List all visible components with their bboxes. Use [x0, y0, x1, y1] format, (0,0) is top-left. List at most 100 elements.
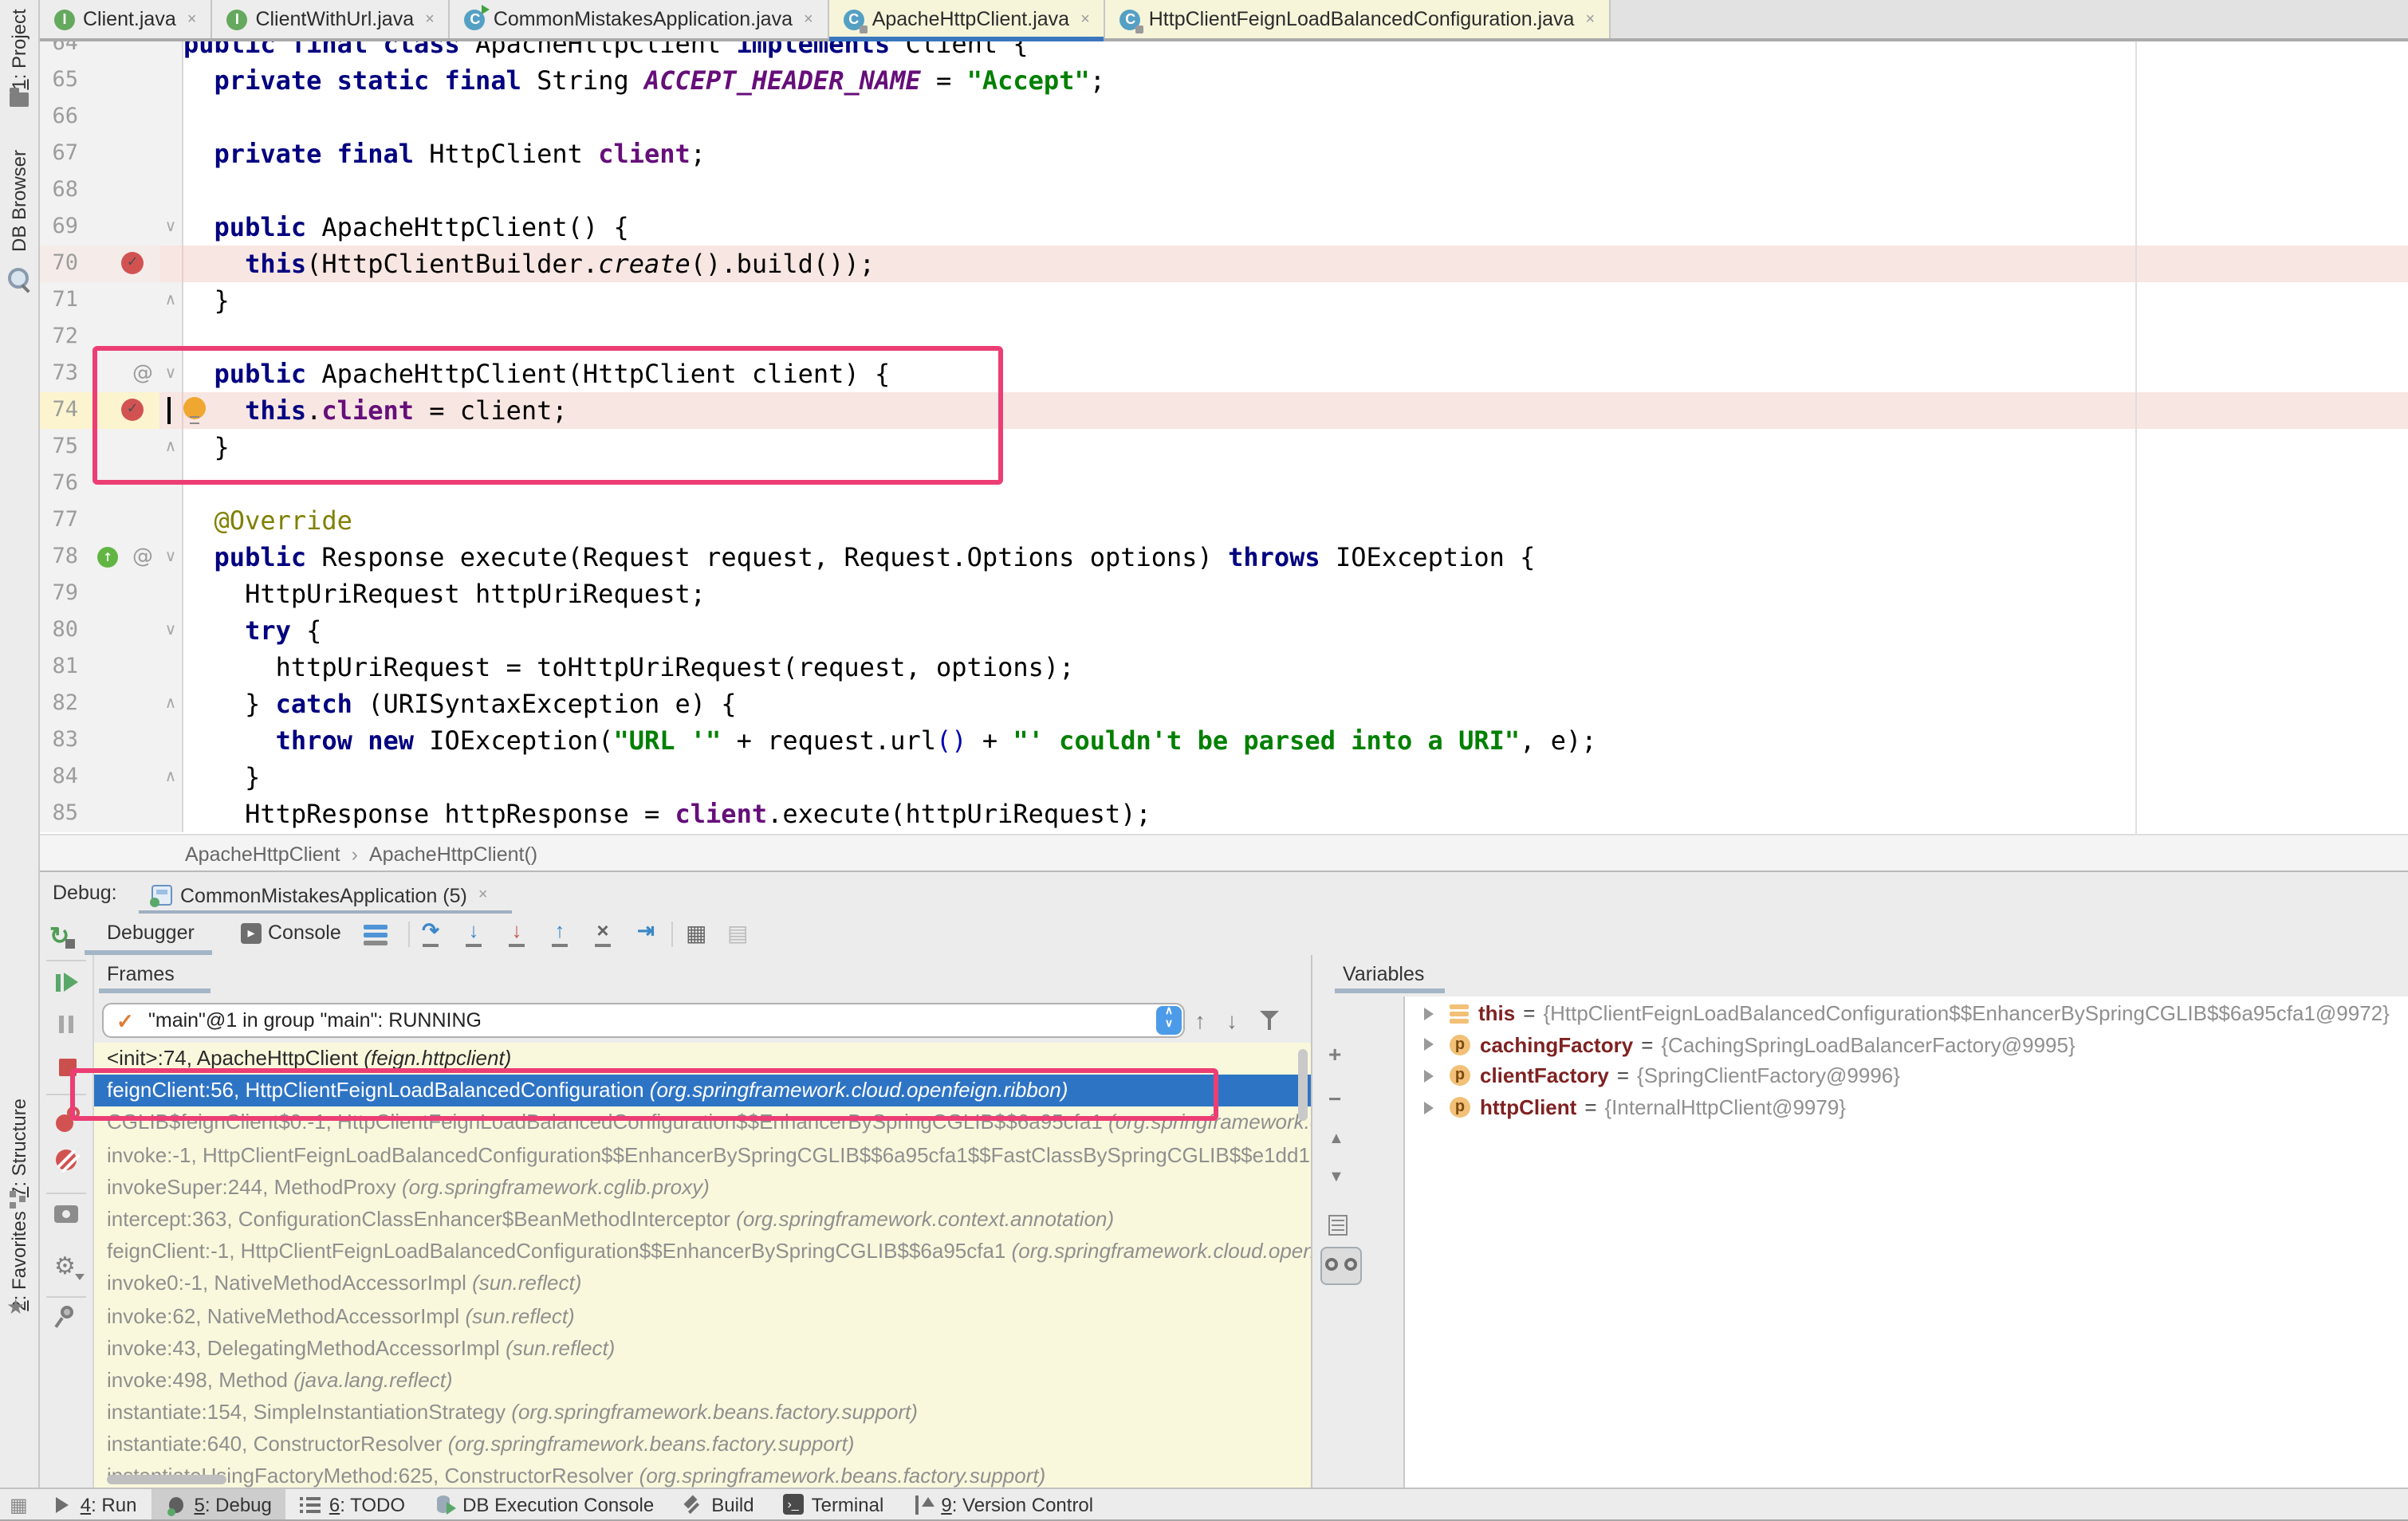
code-line[interactable]: 82∧ } catch (URISyntaxException e) {: [40, 686, 2408, 722]
code-line[interactable]: 70✓ this(HttpClientBuilder.create().buil…: [40, 246, 2408, 282]
fold-marker-icon[interactable]: ∨: [159, 356, 183, 392]
breadcrumb-method[interactable]: ApacheHttpClient(): [369, 843, 537, 865]
line-number[interactable]: 85: [40, 796, 89, 832]
code-line[interactable]: 72: [40, 319, 2408, 356]
fold-marker-icon[interactable]: ∨: [159, 209, 183, 246]
code-line[interactable]: 75∧ }: [40, 429, 2408, 466]
close-icon[interactable]: ×: [804, 10, 813, 28]
debug-session-tab[interactable]: CommonMistakesApplication (5) ×: [139, 875, 501, 915]
code-line[interactable]: 83 throw new IOException("URL '" + reque…: [40, 722, 2408, 759]
line-number[interactable]: 79: [40, 576, 89, 612]
restore-layout-button[interactable]: ▤: [727, 920, 748, 947]
line-number[interactable]: 75: [40, 429, 89, 466]
tab-debugger[interactable]: Debugger: [107, 922, 195, 944]
thread-selector[interactable]: ✓ "main"@1 in group "main": RUNNING ∧∨: [102, 1003, 1185, 1038]
tab-console[interactable]: Console: [268, 922, 341, 944]
variables-title[interactable]: Variables: [1343, 963, 1424, 985]
resume-button[interactable]: [54, 969, 80, 995]
stack-frame-row[interactable]: <init>:74, ApacheHttpClient (feign.httpc…: [94, 1043, 1311, 1075]
evaluate-expression-button[interactable]: ▦: [686, 920, 706, 947]
stack-frame-row[interactable]: instantiateUsingFactoryMethod:625, Const…: [94, 1461, 1311, 1488]
line-number[interactable]: 77: [40, 502, 89, 539]
line-number[interactable]: 71: [40, 282, 89, 319]
pin-button[interactable]: [54, 1304, 80, 1330]
code-line[interactable]: 65 private static final String ACCEPT_HE…: [40, 62, 2408, 99]
code-line[interactable]: 73@∨ public ApacheHttpClient(HttpClient …: [40, 356, 2408, 392]
intention-bulb-icon[interactable]: [183, 397, 206, 419]
line-number[interactable]: 74: [40, 392, 89, 429]
editor-tab[interactable]: CHttpClientFeignLoadBalancedConfiguratio…: [1106, 0, 1611, 38]
stop-button[interactable]: [54, 1054, 80, 1079]
toolwindow-project-label[interactable]: 1: Project: [8, 9, 30, 89]
editor-tab[interactable]: IClient.java×: [40, 0, 212, 38]
fold-marker-icon[interactable]: ∧: [159, 686, 183, 722]
editor-tab[interactable]: IClientWithUrl.java×: [212, 0, 450, 38]
line-number[interactable]: 66: [40, 99, 89, 136]
variable-row[interactable]: pclientFactory={SpringClientFactory@9996…: [1405, 1060, 2408, 1091]
code-line[interactable]: 69∨ public ApacheHttpClient() {: [40, 209, 2408, 246]
code-line[interactable]: 79 HttpUriRequest httpUriRequest;: [40, 576, 2408, 612]
stack-frame-row[interactable]: intercept:363, ConfigurationClassEnhance…: [94, 1204, 1311, 1236]
stack-frame-row[interactable]: invoke:-1, HttpClientFeignLoadBalancedCo…: [94, 1139, 1311, 1171]
add-watch-button[interactable]: +: [1328, 1041, 1341, 1067]
code-line[interactable]: 71∧ }: [40, 282, 2408, 319]
step-into-button[interactable]: ↓: [461, 918, 486, 949]
close-icon[interactable]: ×: [187, 10, 197, 28]
close-icon[interactable]: ×: [1080, 10, 1090, 28]
code-line[interactable]: 76: [40, 466, 2408, 502]
line-number[interactable]: 64: [40, 41, 89, 62]
code-line[interactable]: 81 httpUriRequest = toHttpUriRequest(req…: [40, 649, 2408, 686]
statusbar-item-term[interactable]: ›_Terminal: [769, 1489, 899, 1519]
fold-marker-icon[interactable]: ∧: [159, 759, 183, 796]
step-out-button[interactable]: ↑: [547, 918, 572, 949]
stack-frame-row[interactable]: CGLIB$feignClient$0:-1, HttpClientFeignL…: [94, 1107, 1311, 1139]
variable-row[interactable]: pcachingFactory={CachingSpringLoadBalanc…: [1405, 1029, 2408, 1060]
stack-frame-row[interactable]: invokeSuper:244, MethodProxy (org.spring…: [94, 1172, 1311, 1204]
statusbar-item-db[interactable]: DB Execution Console: [419, 1489, 668, 1519]
breakpoint-icon[interactable]: ✓: [121, 399, 144, 421]
overrides-method-icon[interactable]: ↑: [97, 547, 118, 568]
line-number[interactable]: 80: [40, 612, 89, 649]
line-number[interactable]: 70: [40, 246, 89, 282]
move-up-button[interactable]: ▲: [1328, 1130, 1344, 1148]
statusbar-item-bug[interactable]: 5: Debug: [151, 1489, 285, 1519]
view-breakpoints-button[interactable]: [54, 1106, 80, 1132]
chevron-right-icon[interactable]: [1424, 1101, 1434, 1114]
variable-row[interactable]: phttpClient={InternalHttpClient@9979}: [1405, 1092, 2408, 1123]
close-icon[interactable]: ×: [478, 886, 488, 904]
line-number[interactable]: 84: [40, 759, 89, 796]
close-icon[interactable]: ×: [1585, 10, 1595, 28]
chevron-right-icon[interactable]: [1424, 1039, 1434, 1051]
toolwindow-structure-label[interactable]: 7: Structure: [8, 1098, 30, 1197]
step-over-button[interactable]: ↷: [418, 918, 443, 949]
line-number[interactable]: 68: [40, 172, 89, 209]
code-line[interactable]: 74✓ this.client = client;: [40, 392, 2408, 429]
copy-stack-icon[interactable]: [1328, 1215, 1348, 1236]
statusbar-item-vcs[interactable]: 9: Version Control: [898, 1489, 1108, 1519]
stack-frame-row[interactable]: feignClient:56, HttpClientFeignLoadBalan…: [94, 1075, 1311, 1106]
stack-frame-row[interactable]: instantiate:154, SimpleInstantiationStra…: [94, 1397, 1311, 1429]
statusbar-item-run[interactable]: 4: Run: [37, 1489, 151, 1519]
variable-row[interactable]: this={HttpClientFeignLoadBalancedConfigu…: [1405, 998, 2408, 1029]
code-line[interactable]: 78↑@∨ public Response execute(Request re…: [40, 539, 2408, 576]
mute-breakpoints-button[interactable]: [54, 1148, 80, 1173]
line-number[interactable]: 78: [40, 539, 89, 576]
next-frame-button[interactable]: ↓: [1226, 1008, 1237, 1033]
pause-button[interactable]: [54, 1011, 80, 1036]
rerun-button[interactable]: ↻: [49, 922, 69, 950]
fold-marker-icon[interactable]: ∨: [159, 612, 183, 649]
stack-frame-row[interactable]: invoke:62, NativeMethodAccessorImpl (sun…: [94, 1300, 1311, 1332]
code-editor[interactable]: 64public final class ApacheHttpClient im…: [40, 41, 2408, 834]
run-to-cursor-button[interactable]: ⇥: [633, 918, 659, 949]
line-number[interactable]: 83: [40, 722, 89, 759]
stack-frame-row[interactable]: feignClient:-1, HttpClientFeignLoadBalan…: [94, 1236, 1311, 1268]
code-line[interactable]: 77 @Override: [40, 502, 2408, 539]
layout-options-icon[interactable]: [364, 925, 388, 944]
drop-frame-button[interactable]: ×: [590, 918, 616, 949]
code-line[interactable]: 84∧ }: [40, 759, 2408, 796]
stack-frame-row[interactable]: instantiate:640, ConstructorResolver (or…: [94, 1429, 1311, 1461]
line-number[interactable]: 82: [40, 686, 89, 722]
toolwindow-db-browser-label[interactable]: DB Browser: [8, 150, 30, 252]
chevron-right-icon[interactable]: [1424, 1008, 1434, 1020]
combo-spinner-icon[interactable]: ∧∨: [1156, 1006, 1182, 1035]
